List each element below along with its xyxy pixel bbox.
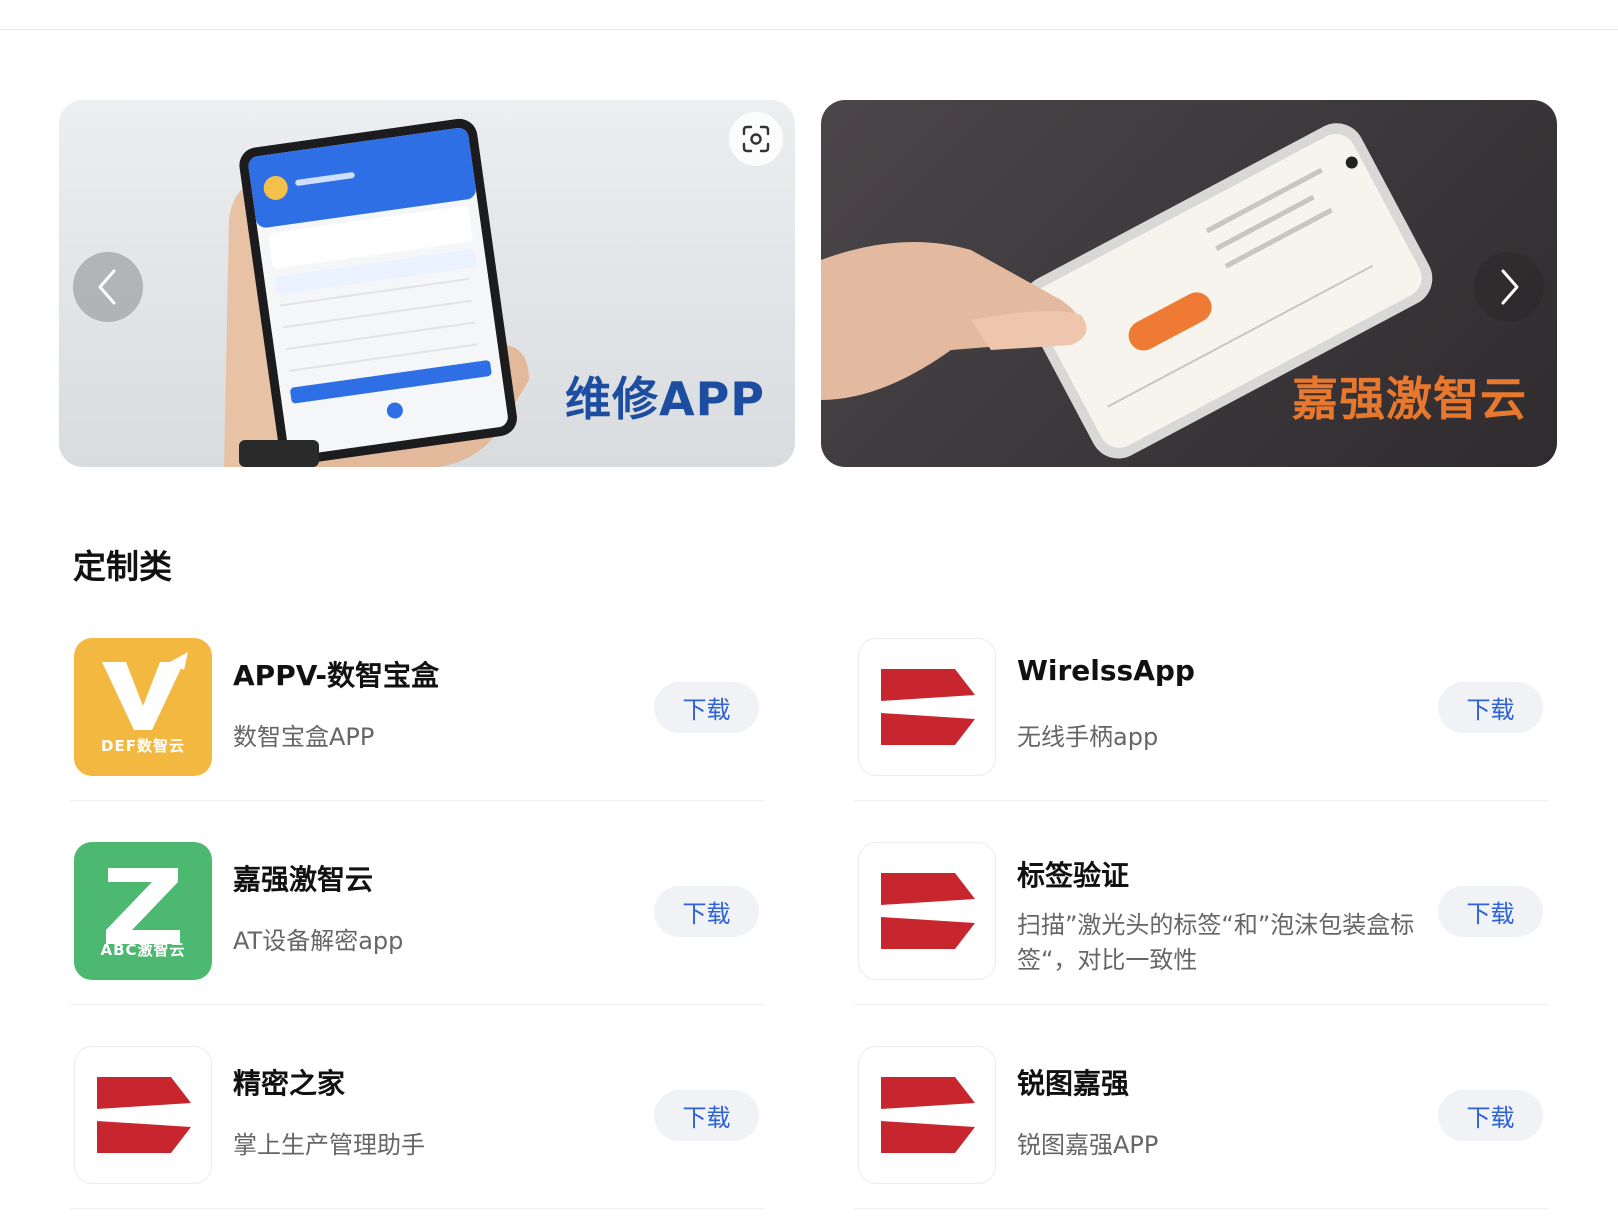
download-button[interactable]: 下载 [1438,886,1543,937]
download-button[interactable]: 下载 [654,682,759,733]
app-icon[interactable]: ABC激智云 [74,842,212,980]
app-name: 锐图嘉强 [1017,1067,1130,1100]
download-button[interactable]: 下载 [654,1090,759,1141]
app-description: 数智宝盒APP [233,723,375,751]
chevron-right-icon [1501,269,1519,305]
app-description: 扫描”激光头的标签“和”泡沫包装盒标签“，对比一致性 [1017,911,1415,974]
top-bar [0,0,1618,30]
carousel-next-button[interactable] [1474,252,1544,322]
app-item: 精密之家 掌上生产管理助手 下载 [70,1008,764,1209]
download-button[interactable]: 下载 [1438,1090,1543,1141]
app-name: 标签验证 [1017,859,1130,892]
red-arrow-logo-icon [881,873,975,949]
app-description: AT设备解密app [233,927,404,955]
app-item: 锐图嘉强 锐图嘉强APP 下载 [854,1008,1548,1209]
app-name: WirelssApp [1017,654,1195,687]
scan-button[interactable] [729,112,783,166]
app-description: 无线手柄app [1017,723,1159,751]
carousel-slide-repair-app[interactable]: 维修APP [59,100,795,467]
app-item: ABC激智云 嘉强激智云 AT设备解密app 下载 [70,804,764,1005]
slide-caption: 嘉强激智云 [1292,372,1527,426]
app-name: 精密之家 [233,1067,346,1100]
app-item: 标签验证 扫描”激光头的标签“和”泡沫包装盒标签“，对比一致性 下载 [854,804,1548,1005]
icon-label: DEF数智云 [101,737,185,755]
scan-icon [742,125,770,153]
app-icon[interactable] [74,1046,212,1184]
red-arrow-logo-icon [881,1077,975,1153]
app-name: 嘉强激智云 [233,863,374,896]
red-arrow-logo-icon [97,1077,191,1153]
app-description: 掌上生产管理助手 [233,1131,425,1159]
icon-label: ABC激智云 [100,941,186,959]
red-arrow-logo-icon [881,669,975,745]
download-button[interactable]: 下载 [654,886,759,937]
slide-caption: 维修APP [564,372,765,426]
section-title: 定制类 [73,547,172,586]
app-name: APPV-数智宝盒 [233,659,439,692]
banner-carousel: 维修APP 嘉强激智云 [59,100,1557,467]
chevron-left-icon [98,269,116,305]
app-item: WirelssApp 无线手柄app 下载 [854,600,1548,801]
app-item: DEF数智云 APPV-数智宝盒 数智宝盒APP 下载 [70,600,764,801]
app-icon[interactable]: DEF数智云 [74,638,212,776]
app-icon[interactable] [858,1046,996,1184]
carousel-prev-button[interactable] [73,252,143,322]
download-button[interactable]: 下载 [1438,682,1543,733]
app-icon[interactable] [858,842,996,980]
app-description: 锐图嘉强APP [1017,1131,1159,1159]
app-icon[interactable] [858,638,996,776]
carousel-slide-jiaqiang[interactable]: 嘉强激智云 [821,100,1557,467]
